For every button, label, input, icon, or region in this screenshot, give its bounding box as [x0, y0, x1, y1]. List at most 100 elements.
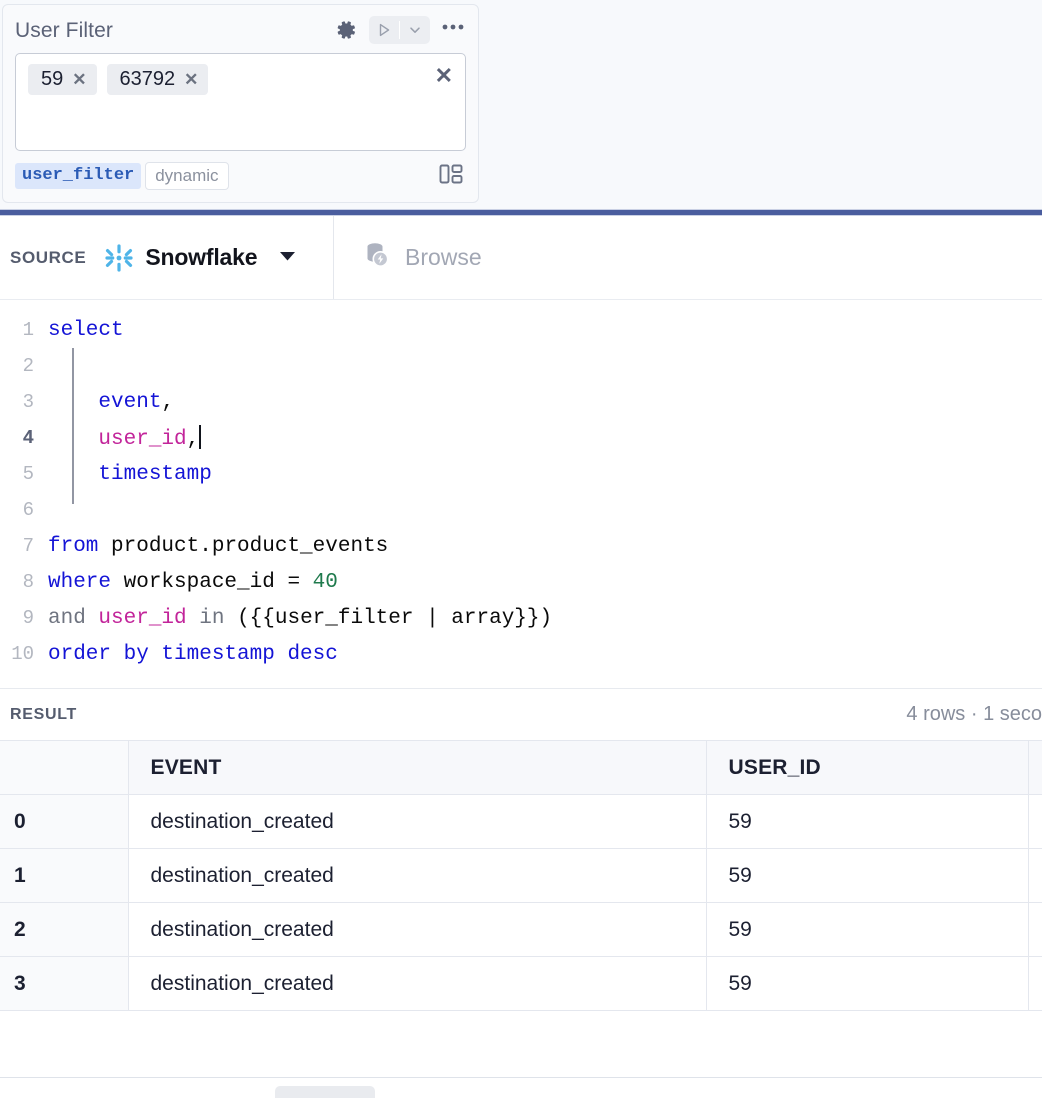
cell-event[interactable]: destination_created — [128, 849, 706, 903]
pagination-stub — [0, 1077, 1042, 1098]
table-row[interactable]: 1destination_created59 — [0, 849, 1042, 903]
cell-timestamp[interactable] — [1028, 849, 1042, 903]
filter-header-actions — [333, 14, 466, 47]
run-button-group[interactable] — [369, 16, 430, 44]
code-token: from — [48, 535, 98, 558]
source-name: Snowflake — [145, 244, 257, 271]
line-number: 10 — [0, 643, 48, 665]
column-header-user-id[interactable]: USER_ID — [706, 741, 1028, 795]
code-token: user_id — [98, 428, 186, 451]
column-header-index[interactable] — [0, 741, 128, 795]
column-header-event[interactable]: EVENT — [128, 741, 706, 795]
variable-type-badge[interactable]: dynamic — [145, 162, 228, 191]
line-number: 5 — [0, 463, 48, 485]
code-line[interactable]: 6 — [0, 492, 1042, 528]
browse-button[interactable]: Browse — [334, 240, 482, 275]
code-token: event — [98, 391, 161, 414]
cell-user-id[interactable]: 59 — [706, 849, 1028, 903]
code-line[interactable]: 3 event, — [0, 384, 1042, 420]
filter-footer: user_filter dynamic — [15, 162, 466, 190]
code-token — [48, 428, 98, 451]
filter-header: User Filter — [15, 15, 466, 45]
code-token: workspace_id = — [111, 571, 313, 594]
cell-index[interactable]: 1 — [0, 849, 128, 903]
code-token: , — [187, 428, 200, 451]
chip-list: 59 ✕ 63792 ✕ — [28, 64, 453, 95]
line-number: 6 — [0, 499, 48, 521]
cell-user-id[interactable]: 59 — [706, 903, 1028, 957]
line-number: 9 — [0, 607, 48, 629]
cell-timestamp[interactable] — [1028, 903, 1042, 957]
cell-event[interactable]: destination_created — [128, 795, 706, 849]
code-line[interactable]: 5 timestamp — [0, 456, 1042, 492]
result-meta: 4 rows · 1 seco — [906, 703, 1042, 726]
code-token: where — [48, 571, 111, 594]
line-number: 1 — [0, 319, 48, 341]
code-text: where workspace_id = 40 — [48, 571, 338, 594]
code-token: and — [48, 607, 98, 630]
variable-name-badge[interactable]: user_filter — [15, 163, 141, 190]
code-token: ({{user_filter | array}}) — [237, 607, 552, 630]
chevron-down-icon[interactable] — [279, 249, 296, 267]
filter-value-input[interactable]: 59 ✕ 63792 ✕ ✕ — [15, 53, 466, 151]
code-token: timestamp — [98, 463, 211, 486]
table-row[interactable]: 2destination_created59 — [0, 903, 1042, 957]
cell-index[interactable]: 2 — [0, 903, 128, 957]
table-row[interactable]: 0destination_created59 — [0, 795, 1042, 849]
code-line[interactable]: 10order by timestamp desc — [0, 636, 1042, 672]
filter-chip[interactable]: 63792 ✕ — [107, 64, 209, 95]
split-layout-icon[interactable] — [438, 162, 464, 191]
column-header-timestamp[interactable] — [1028, 741, 1042, 795]
cell-event[interactable]: destination_created — [128, 903, 706, 957]
line-number: 4 — [0, 427, 48, 449]
query-editor-app: User Filter — [0, 0, 1042, 1098]
result-table-body: 0destination_created591destination_creat… — [0, 795, 1042, 1011]
source-bar: SOURCE Snowflake — [0, 216, 1042, 300]
code-text: order by timestamp desc — [48, 643, 338, 666]
table-row[interactable]: 3destination_created59 — [0, 957, 1042, 1011]
cell-user-id[interactable]: 59 — [706, 795, 1028, 849]
code-line[interactable]: 8where workspace_id = 40 — [0, 564, 1042, 600]
cell-timestamp[interactable] — [1028, 795, 1042, 849]
code-token: 40 — [313, 571, 338, 594]
cell-index[interactable]: 0 — [0, 795, 128, 849]
code-line[interactable]: 2 — [0, 348, 1042, 384]
cell-index[interactable]: 3 — [0, 957, 128, 1011]
chip-remove-icon[interactable]: ✕ — [184, 71, 198, 88]
code-text: event, — [48, 391, 174, 414]
panel-resize-divider[interactable] — [0, 209, 1042, 216]
code-text: timestamp — [48, 463, 212, 486]
result-table-wrap[interactable]: EVENT USER_ID 0destination_created591des… — [0, 740, 1042, 1098]
chip-remove-icon[interactable]: ✕ — [72, 71, 86, 88]
user-filter-card: User Filter — [2, 4, 479, 203]
code-token: in — [187, 607, 237, 630]
ellipsis-icon[interactable] — [440, 14, 466, 47]
code-line[interactable]: 7from product.product_events — [0, 528, 1042, 564]
source-label: SOURCE — [10, 248, 86, 268]
filter-chip[interactable]: 59 ✕ — [28, 64, 97, 95]
database-bolt-icon — [362, 240, 392, 275]
code-line[interactable]: 4 user_id, — [0, 420, 1042, 456]
code-text: from product.product_events — [48, 535, 388, 558]
source-selector[interactable]: SOURCE Snowflake — [0, 216, 334, 299]
text-cursor — [199, 425, 201, 449]
code-token: select — [48, 319, 124, 342]
pagination-pill[interactable] — [275, 1086, 375, 1098]
chevron-down-icon[interactable] — [400, 16, 430, 44]
clear-all-icon[interactable]: ✕ — [435, 65, 453, 87]
gear-icon[interactable] — [333, 17, 359, 43]
code-text: select — [48, 319, 124, 342]
filter-panel-region: User Filter — [0, 0, 1042, 209]
cell-timestamp[interactable] — [1028, 957, 1042, 1011]
code-line[interactable]: 9and user_id in ({{user_filter | array}}… — [0, 600, 1042, 636]
line-number: 7 — [0, 535, 48, 557]
code-token: order by — [48, 643, 161, 666]
sql-editor[interactable]: 1select23 event,4 user_id,5 timestamp67f… — [0, 300, 1042, 688]
cell-event[interactable]: destination_created — [128, 957, 706, 1011]
cell-user-id[interactable]: 59 — [706, 957, 1028, 1011]
code-line[interactable]: 1select — [0, 312, 1042, 348]
play-icon[interactable] — [369, 16, 399, 44]
code-token — [48, 463, 98, 486]
result-bar: RESULT 4 rows · 1 seco — [0, 688, 1042, 740]
table-header-row: EVENT USER_ID — [0, 741, 1042, 795]
